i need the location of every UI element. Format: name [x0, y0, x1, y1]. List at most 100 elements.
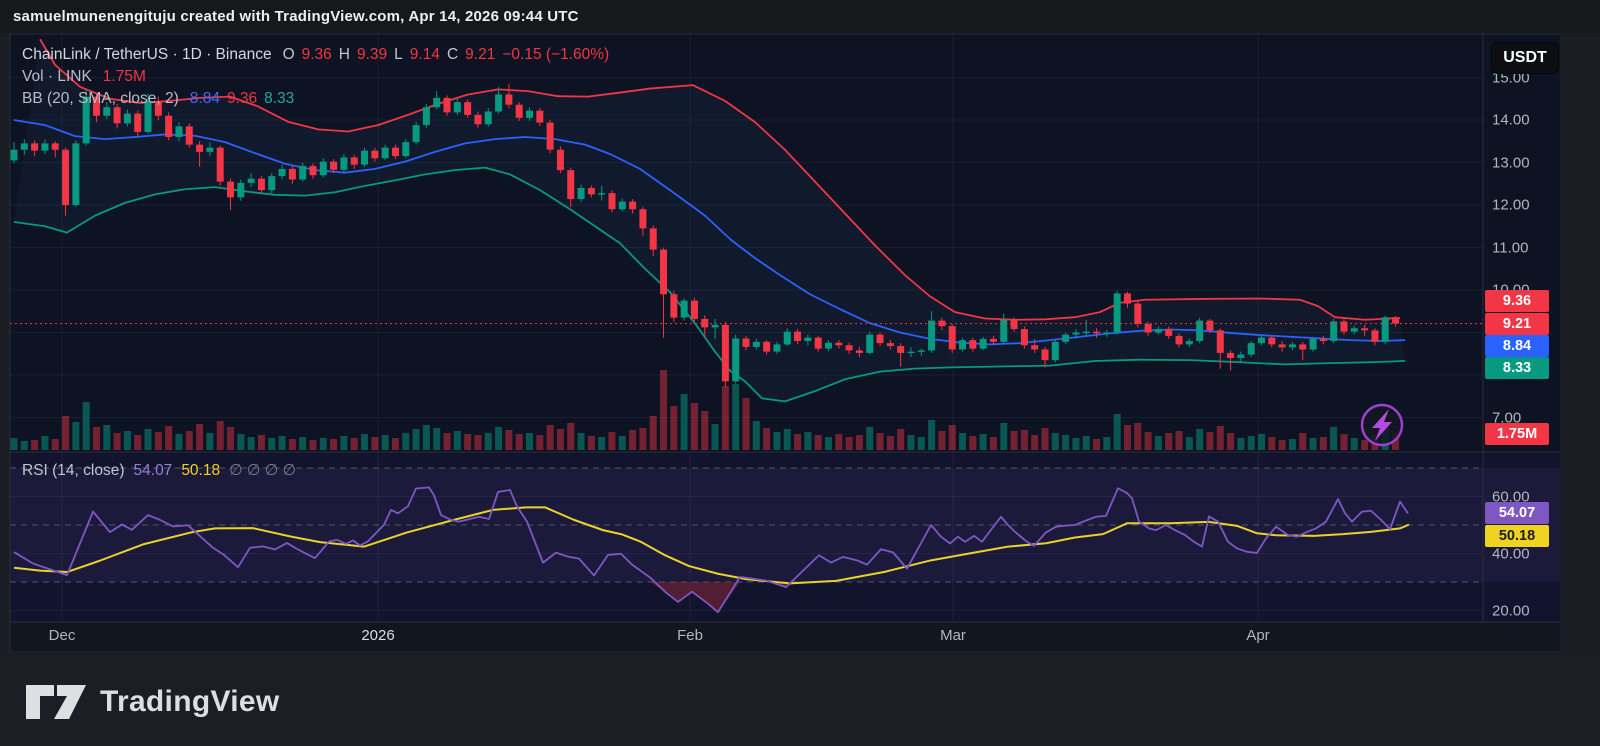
- volume-bar: [907, 435, 914, 450]
- legend-token: Vol · LINK: [22, 68, 92, 85]
- candle: [330, 162, 337, 170]
- volume-bar: [1186, 437, 1193, 450]
- candle: [1217, 330, 1224, 353]
- candle: [866, 335, 873, 353]
- volume-bar: [155, 432, 162, 450]
- candle: [134, 114, 141, 132]
- volume-bar: [856, 435, 863, 450]
- candle: [1124, 293, 1131, 303]
- volume-bar: [1227, 433, 1234, 450]
- volume-bar: [773, 432, 780, 450]
- volume-bar: [1320, 437, 1327, 450]
- volume-bar: [794, 434, 801, 450]
- symbol-legend-row[interactable]: ChainLink / TetherUS · 1D · BinanceO9.36…: [22, 44, 616, 66]
- candle: [567, 170, 574, 199]
- price-tag: 9.36: [1485, 290, 1549, 312]
- volume-bar: [62, 416, 69, 450]
- tradingview-logo[interactable]: TradingView: [24, 682, 279, 722]
- volume-bar: [1206, 432, 1213, 450]
- volume-bar: [1330, 427, 1337, 450]
- volume-bar: [1021, 430, 1028, 450]
- volume-bar: [959, 433, 966, 450]
- candle: [258, 179, 265, 190]
- volume-bar: [31, 440, 38, 450]
- time-label[interactable]: Mar: [940, 627, 966, 644]
- volume-bar: [1114, 414, 1121, 450]
- candle: [1103, 333, 1110, 335]
- chart-canvas[interactable]: [0, 0, 1600, 746]
- volume-bar: [629, 430, 636, 450]
- volume-bar: [650, 416, 657, 450]
- volume-bar: [619, 436, 626, 450]
- candle: [1320, 339, 1327, 341]
- volume-bar: [1361, 440, 1368, 450]
- lightning-boost-icon[interactable]: [1362, 405, 1402, 445]
- legend-token: 9.36: [227, 90, 257, 107]
- candle: [1227, 353, 1234, 358]
- rsi-tag: 50.18: [1485, 525, 1549, 547]
- tradingview-logo-text: TradingView: [100, 685, 279, 719]
- currency-usdt-button[interactable]: USDT: [1491, 42, 1559, 74]
- volume-bar: [691, 403, 698, 450]
- volume-bar: [804, 432, 811, 450]
- volume-bar: [1134, 423, 1141, 450]
- time-label[interactable]: Feb: [677, 627, 703, 644]
- volume-bar: [1042, 428, 1049, 450]
- volume-bar: [237, 434, 244, 450]
- volume-bar: [495, 427, 502, 450]
- candle: [1361, 328, 1368, 330]
- time-label[interactable]: Apr: [1246, 627, 1269, 644]
- volume-bar: [701, 411, 708, 450]
- volume-bar: [258, 435, 265, 450]
- candle: [825, 343, 832, 349]
- candle: [722, 325, 729, 382]
- volume-bar: [980, 434, 987, 450]
- rsi-legend-row[interactable]: RSI (14, close)54.0750.18∅ ∅ ∅ ∅: [22, 461, 305, 481]
- volume-bar: [784, 429, 791, 450]
- candle: [1248, 343, 1255, 354]
- candle: [1114, 293, 1121, 332]
- candle: [382, 148, 389, 159]
- volume-bar: [351, 438, 358, 450]
- volume-bar: [763, 428, 770, 450]
- time-label[interactable]: Dec: [49, 627, 76, 644]
- volume-bar: [639, 428, 646, 450]
- candle: [1340, 321, 1347, 331]
- volume-bar: [681, 394, 688, 450]
- volume-bar: [1351, 438, 1358, 450]
- volume-bar: [72, 422, 79, 450]
- candle: [619, 202, 626, 210]
- candle: [650, 228, 657, 249]
- candle: [217, 148, 224, 182]
- bollinger-legend-row[interactable]: BB (20, SMA, close, 2)8.849.368.33: [22, 88, 616, 110]
- candle: [980, 339, 987, 349]
- candle: [21, 143, 28, 149]
- candle: [279, 169, 286, 176]
- volume-bar: [938, 431, 945, 450]
- time-label[interactable]: 2026: [361, 627, 394, 644]
- candle: [639, 209, 646, 228]
- candle: [1062, 335, 1069, 342]
- volume-bar: [608, 432, 615, 450]
- volume-bar: [526, 433, 533, 450]
- candle: [1093, 332, 1100, 334]
- volume-bar: [1258, 434, 1265, 450]
- volume-bar: [567, 423, 574, 450]
- volume-bar: [11, 438, 18, 450]
- volume-bar: [1196, 429, 1203, 450]
- candle: [1382, 317, 1389, 342]
- legend-token: L: [394, 46, 403, 63]
- candle: [846, 345, 853, 350]
- volume-bar: [588, 436, 595, 450]
- candle: [52, 143, 59, 149]
- volume-legend-row[interactable]: Vol · LINK1.75M: [22, 66, 616, 88]
- candle: [1279, 344, 1286, 347]
- price-tick-label: 13.00: [1492, 154, 1530, 171]
- candle: [62, 150, 69, 205]
- rsi-tick-label: 40.00: [1492, 545, 1530, 562]
- volume-bar: [279, 436, 286, 450]
- candle: [1258, 338, 1265, 344]
- candle: [227, 182, 234, 198]
- volume-bar: [1155, 436, 1162, 450]
- candle: [1310, 339, 1317, 350]
